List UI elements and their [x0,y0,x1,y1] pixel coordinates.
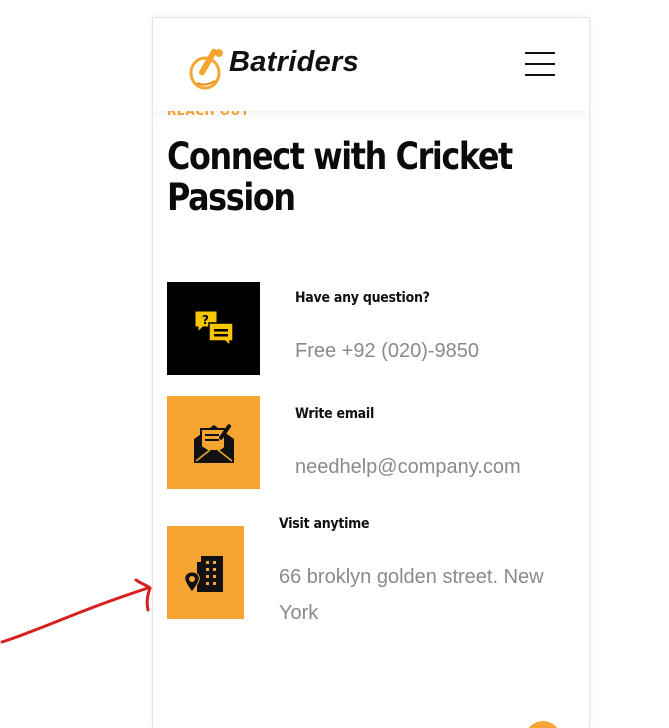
batriders-logo-icon[interactable] [187,43,229,91]
envelope-icon [193,423,234,463]
contact-label-question: Have any question? [295,290,430,306]
section-title: Connect with Cricket Passion [167,135,513,219]
chat-question-icon-box: ? [167,282,260,375]
building-location-icon-box [167,526,244,619]
envelope-icon-box [167,396,260,489]
contact-value-phone[interactable]: Free +92 (020)-9850 [295,333,479,369]
red-arrow-annotation [0,578,152,644]
building-location-icon [183,555,223,593]
chat-question-icon: ? [194,310,234,348]
contact-value-address[interactable]: 66 broklyn golden street. New York [279,559,579,631]
contact-label-email: Write email [295,406,375,422]
site-header: Batriders [153,18,589,111]
svg-text:?: ? [202,313,209,327]
contact-value-email[interactable]: needhelp@company.com [295,449,521,485]
contact-label-visit: Visit anytime [279,516,370,532]
brand-name[interactable]: Batriders [229,46,359,79]
hamburger-menu-icon[interactable] [525,52,555,78]
mobile-page: Batriders REACH OUT Connect with Cricket… [152,17,590,728]
